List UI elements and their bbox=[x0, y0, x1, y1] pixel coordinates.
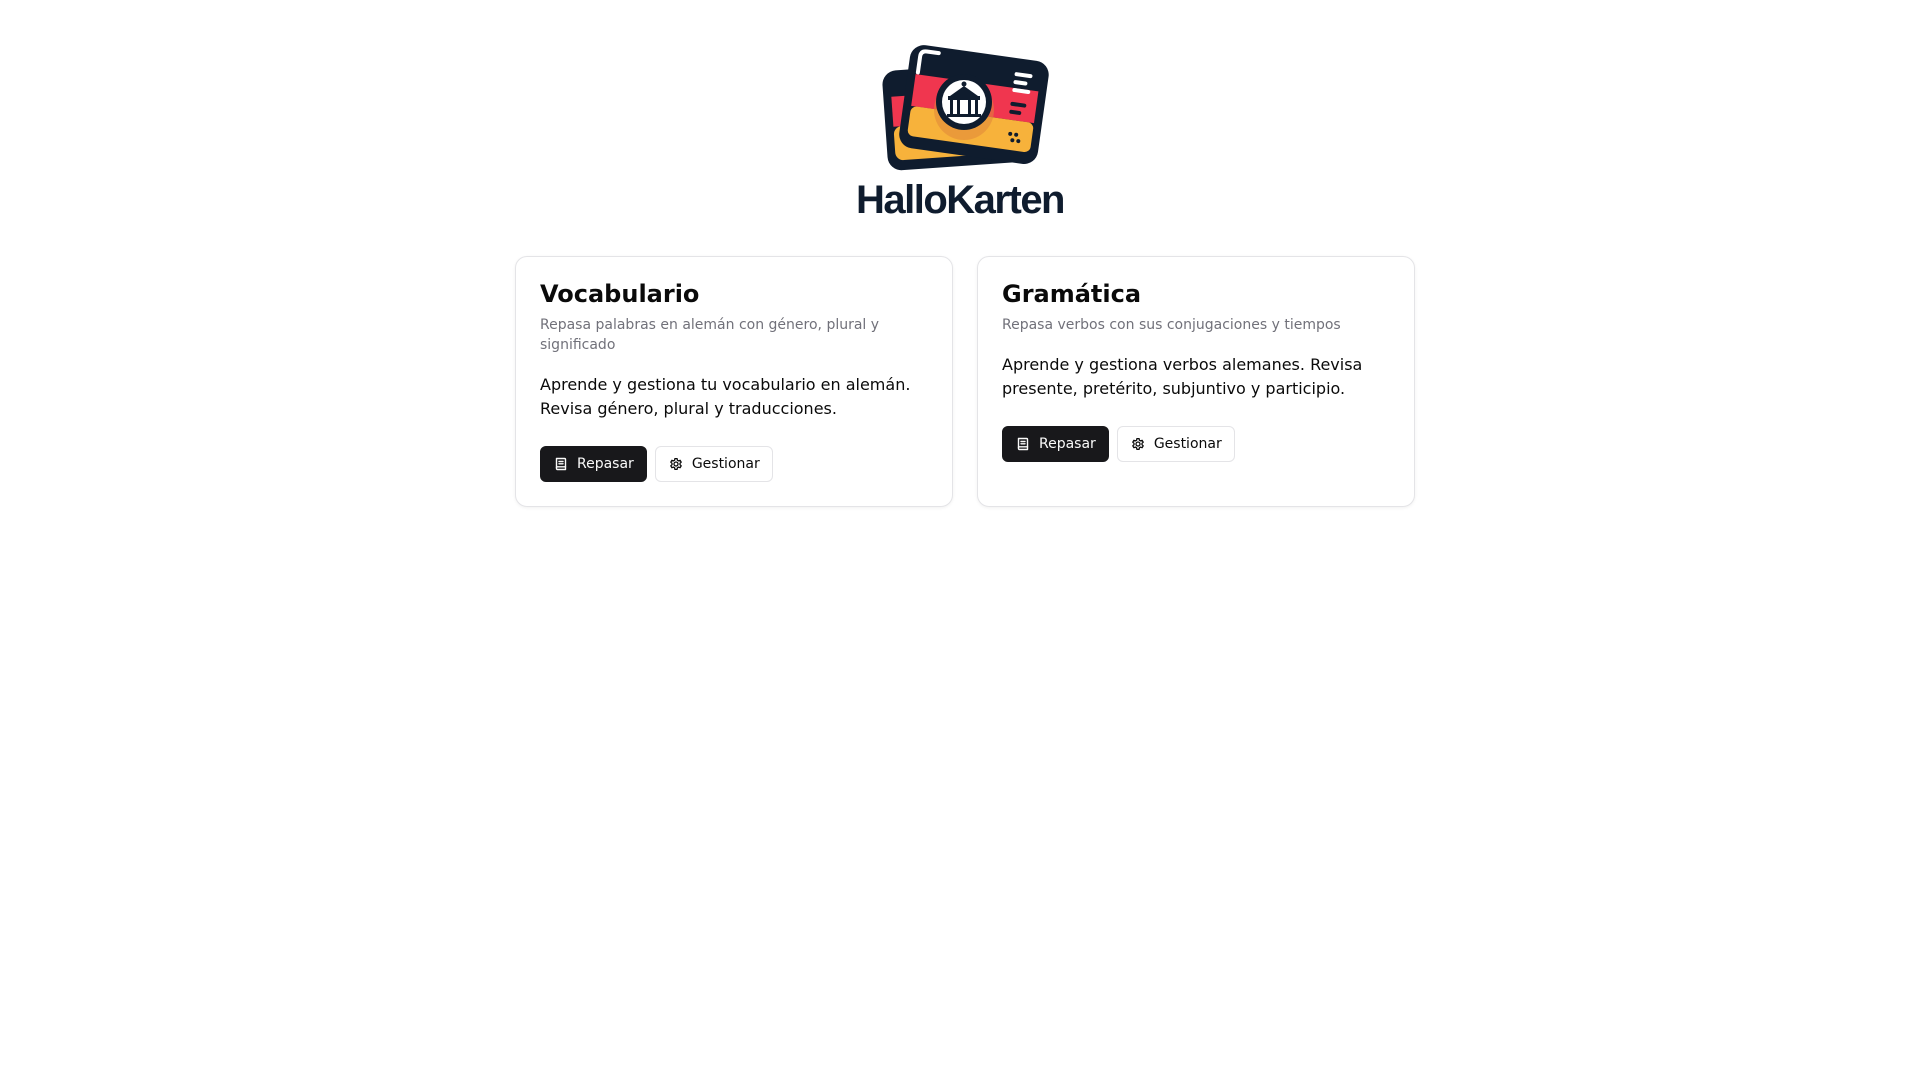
manage-button-label: Gestionar bbox=[1153, 436, 1222, 452]
card-description: Repasa palabras en alemán con género, pl… bbox=[540, 317, 880, 353]
book-icon bbox=[1017, 437, 1029, 451]
home-page: HalloKarten Vocabulario Repasa palabras … bbox=[0, 0, 1920, 1080]
review-button-label: Repasar bbox=[577, 456, 634, 472]
book-icon bbox=[555, 457, 567, 471]
card-actions: Repasar Gestionar bbox=[1002, 426, 1390, 462]
grammar-card: Gramática Repasa verbos con sus conjugac… bbox=[977, 256, 1415, 507]
flashcards-logo-icon bbox=[882, 45, 1049, 171]
card-description: Repasa verbos con sus conjugaciones y ti… bbox=[1002, 317, 1341, 333]
module-cards: Vocabulario Repasa palabras en alemán co… bbox=[515, 256, 1415, 507]
manage-button-label: Gestionar bbox=[691, 456, 760, 472]
review-grammar-button[interactable]: Repasar bbox=[1002, 426, 1109, 462]
card-title: Gramática bbox=[1002, 280, 1142, 308]
gear-icon bbox=[1131, 437, 1144, 451]
card-actions: Repasar Gestionar bbox=[540, 446, 928, 482]
gear-icon bbox=[669, 457, 682, 471]
manage-vocabulary-button[interactable]: Gestionar bbox=[654, 446, 773, 482]
app-name: HalloKarten bbox=[856, 178, 1066, 222]
vocabulary-card: Vocabulario Repasa palabras en alemán co… bbox=[515, 256, 953, 507]
card-title: Vocabulario bbox=[540, 280, 700, 308]
review-button-label: Repasar bbox=[1039, 436, 1096, 452]
manage-grammar-button[interactable]: Gestionar bbox=[1116, 426, 1235, 462]
review-vocabulary-button[interactable]: Repasar bbox=[540, 446, 647, 482]
card-body-text: Aprende y gestiona tu vocabulario en ale… bbox=[540, 375, 911, 418]
card-body-text: Aprende y gestiona verbos alemanes. Revi… bbox=[1002, 355, 1363, 398]
brand-header: HalloKarten bbox=[0, 34, 1920, 222]
